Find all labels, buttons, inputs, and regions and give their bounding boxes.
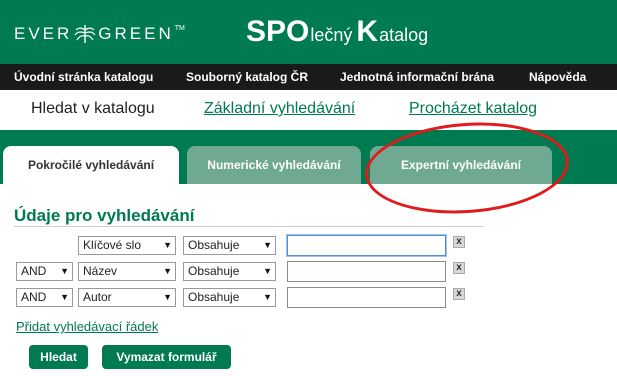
field-select-row1-value: Klíčové slo <box>83 238 142 252</box>
top-navigation: Úvodní stránka katalogu Souborný katalog… <box>0 64 617 90</box>
search-term-input-row3[interactable] <box>287 287 446 308</box>
site-header: EVER GREEN TM SPOlečný Katalog <box>0 0 617 64</box>
close-x-icon: x <box>456 262 462 273</box>
logo-text-left: EVER <box>14 24 73 43</box>
catalog-title-part2: lečný <box>310 25 353 45</box>
nav-info-gateway[interactable]: Jednotná informační brána <box>340 70 494 84</box>
evergreen-leaf-icon <box>74 25 96 44</box>
search-catalog-label: Hledat v katalogu <box>31 100 155 117</box>
operator-select-row3[interactable]: Obsahuje ▼ <box>183 288 276 307</box>
triangle-down-icon: ▼ <box>263 266 272 276</box>
tab-expert-search[interactable]: Expertní vyhledávání <box>370 146 552 184</box>
operator-select-row3-value: Obsahuje <box>188 290 240 304</box>
catalog-title: SPOlečný Katalog <box>246 15 428 49</box>
search-criteria-heading: Údaje pro vyhledávání <box>14 206 195 225</box>
field-select-row2[interactable]: Název ▼ <box>78 262 176 281</box>
close-x-icon: x <box>456 288 462 299</box>
search-links-row: Hledat v katalogu Základní vyhledávání P… <box>0 90 617 130</box>
nav-catalog-home[interactable]: Úvodní stránka katalogu <box>14 70 153 84</box>
triangle-down-icon: ▼ <box>163 240 172 250</box>
browse-catalog-link[interactable]: Procházet katalog <box>409 100 537 118</box>
triangle-down-icon: ▼ <box>263 292 272 302</box>
triangle-down-icon: ▼ <box>60 266 69 276</box>
operator-select-row2-value: Obsahuje <box>188 264 240 278</box>
boolean-select-row3-value: AND <box>21 290 47 304</box>
operator-select-row1-value: Obsahuje <box>188 238 240 252</box>
field-select-row2-value: Název <box>83 264 118 278</box>
nav-help[interactable]: Nápověda <box>529 70 586 84</box>
search-term-input-row1[interactable] <box>287 235 446 256</box>
triangle-down-icon: ▼ <box>263 240 272 250</box>
operator-select-row1[interactable]: Obsahuje ▼ <box>183 236 276 255</box>
evergreen-logo[interactable]: EVER GREEN TM <box>14 24 185 44</box>
remove-row2-button[interactable]: x <box>453 262 465 274</box>
boolean-select-row3[interactable]: AND ▼ <box>16 288 73 307</box>
field-select-row1[interactable]: Klíčové slo ▼ <box>78 236 176 255</box>
remove-row3-button[interactable]: x <box>453 288 465 300</box>
logo-text-right: GREEN <box>98 24 174 43</box>
tab-advanced-search[interactable]: Pokročilé vyhledávání <box>3 146 179 184</box>
remove-row1-button[interactable]: x <box>453 236 465 248</box>
nav-union-catalog[interactable]: Souborný katalog ČR <box>186 70 308 84</box>
operator-select-row2[interactable]: Obsahuje ▼ <box>183 262 276 281</box>
close-x-icon: x <box>456 236 462 247</box>
clear-form-button[interactable]: Vymazat formulář <box>102 345 231 369</box>
field-select-row3[interactable]: Autor ▼ <box>78 288 176 307</box>
catalog-title-part4: atalog <box>379 25 429 45</box>
heading-divider <box>14 226 484 227</box>
basic-search-link[interactable]: Základní vyhledávání <box>204 100 355 118</box>
field-select-row3-value: Autor <box>83 290 112 304</box>
boolean-select-row2[interactable]: AND ▼ <box>16 262 73 281</box>
triangle-down-icon: ▼ <box>163 266 172 276</box>
triangle-down-icon: ▼ <box>60 292 69 302</box>
search-term-input-row2[interactable] <box>287 261 446 282</box>
triangle-down-icon: ▼ <box>163 292 172 302</box>
catalog-title-part3: K <box>356 15 379 48</box>
tab-numeric-search[interactable]: Numerické vyhledávání <box>187 146 361 184</box>
boolean-select-row2-value: AND <box>21 264 47 278</box>
catalog-title-part1: SPO <box>246 15 310 48</box>
search-button[interactable]: Hledat <box>29 345 88 369</box>
search-tab-bar: Pokročilé vyhledávání Numerické vyhledáv… <box>0 130 617 184</box>
add-search-row-link[interactable]: Přidat vyhledávací řádek <box>16 319 158 334</box>
logo-trademark: TM <box>174 24 185 32</box>
